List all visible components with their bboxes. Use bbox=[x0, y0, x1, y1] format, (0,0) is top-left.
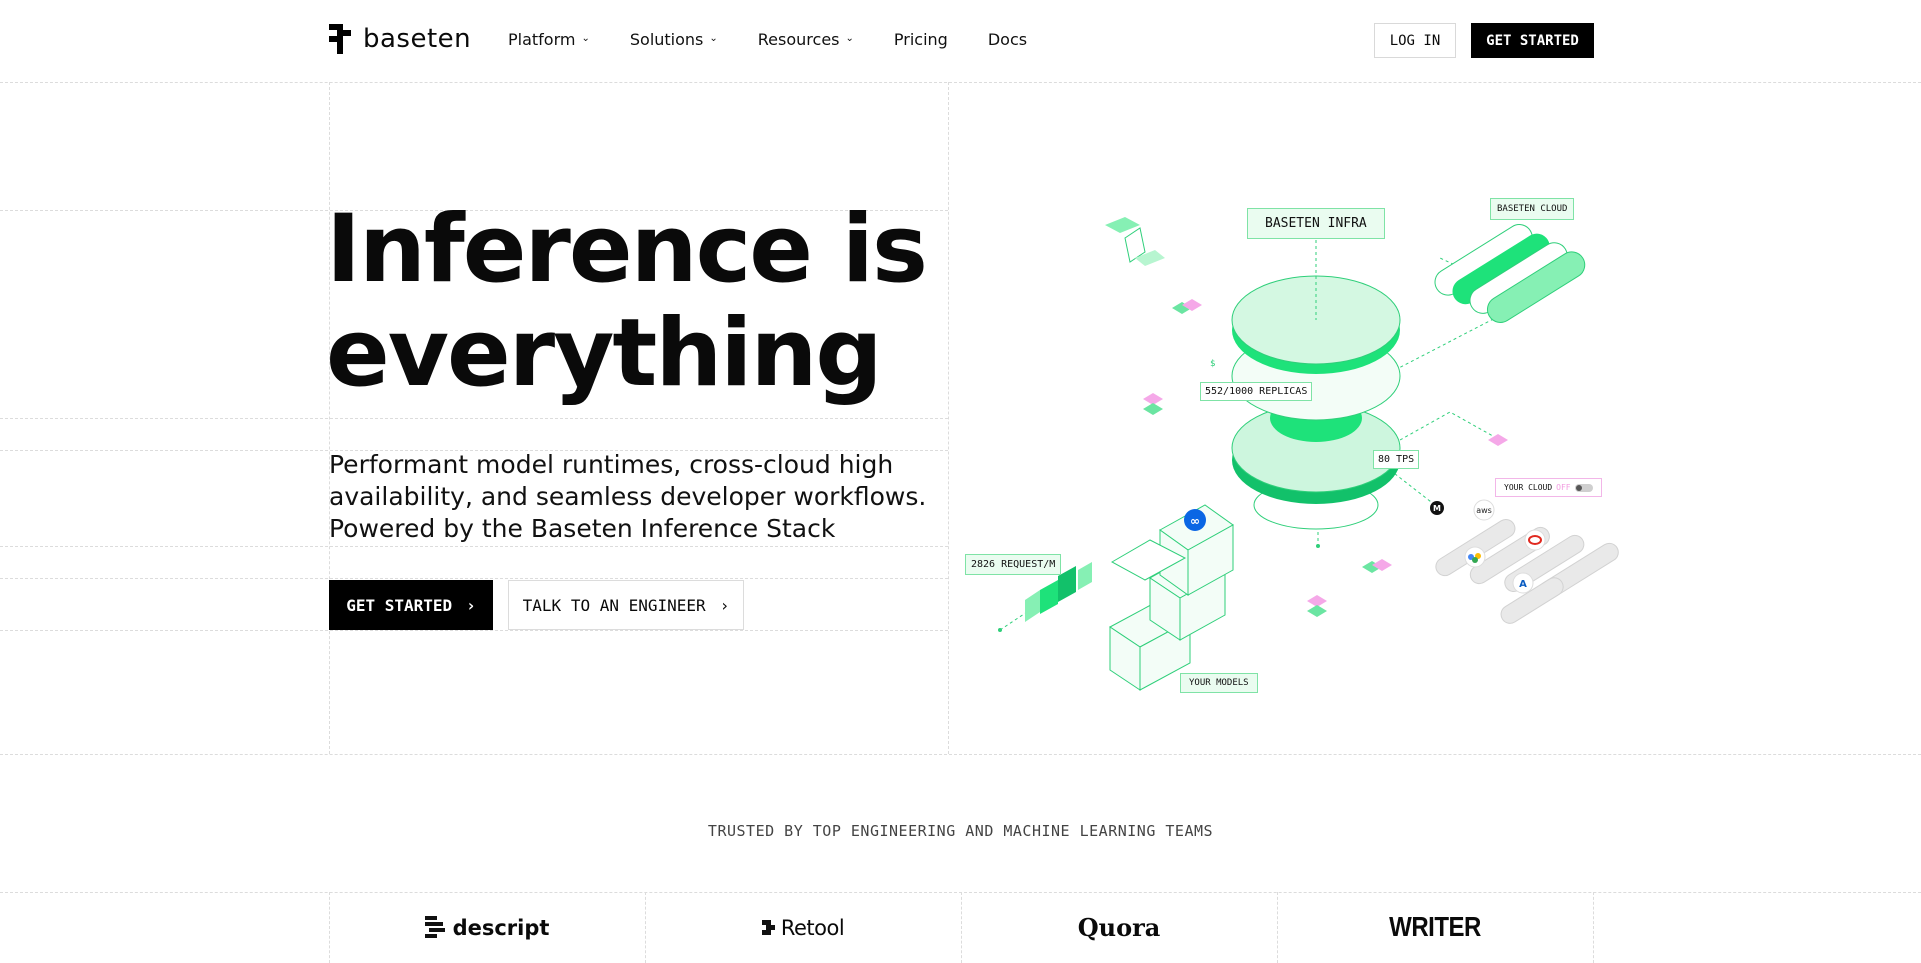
logo-writer: WRITER bbox=[1389, 911, 1481, 943]
aws-badge-label: aws bbox=[1476, 506, 1492, 515]
hero-title-line: everything bbox=[326, 299, 883, 408]
your-cloud-toggle: YOUR CLOUD OFF bbox=[1495, 478, 1602, 497]
grid-line bbox=[0, 630, 948, 631]
grid-line bbox=[0, 546, 948, 547]
grid-line bbox=[329, 82, 330, 754]
baseten-infra-label: BASETEN INFRA bbox=[1247, 208, 1385, 239]
chevron-right-icon: › bbox=[466, 595, 476, 615]
chevron-down-icon: ⌄ bbox=[709, 33, 718, 44]
mistral-badge-label: M bbox=[1433, 504, 1441, 513]
azure-badge-label: A bbox=[1519, 579, 1527, 590]
grid-line bbox=[0, 418, 948, 419]
nav-docs[interactable]: Docs bbox=[988, 30, 1027, 49]
grid-line bbox=[1593, 892, 1594, 963]
brand-name: baseten bbox=[363, 24, 472, 54]
nav-solutions[interactable]: Solutions ⌄ bbox=[630, 30, 718, 49]
replicas-label: 552/1000 REPLICAS bbox=[1200, 382, 1313, 401]
nav-pricing[interactable]: Pricing bbox=[894, 30, 948, 49]
descript-logo-icon bbox=[424, 915, 445, 938]
nav-platform[interactable]: Platform ⌄ bbox=[508, 30, 590, 49]
svg-text:∞: ∞ bbox=[1190, 514, 1200, 528]
requests-label: 2826 REQUEST/M bbox=[965, 554, 1062, 575]
main-nav: Platform ⌄ Solutions ⌄ Resources ⌄ Pricing … bbox=[508, 30, 1027, 49]
hero-title-line: Inference is bbox=[326, 195, 928, 304]
tps-label: 80 TPS bbox=[1373, 450, 1420, 469]
retool-logo-icon bbox=[761, 919, 775, 935]
grid-line bbox=[948, 82, 949, 754]
chevron-down-icon: ⌄ bbox=[581, 33, 590, 44]
logo-retool: Retool bbox=[645, 892, 961, 963]
chevron-down-icon: ⌄ bbox=[845, 33, 854, 44]
grid-line bbox=[0, 754, 1921, 755]
nav-resources[interactable]: Resources ⌄ bbox=[758, 30, 854, 49]
logo-quora: Quora bbox=[1077, 913, 1161, 942]
talk-to-engineer-button[interactable]: TALK TO AN ENGINEER › bbox=[508, 580, 744, 630]
chevron-right-icon: › bbox=[719, 595, 730, 615]
toggle-switch-icon bbox=[1574, 483, 1593, 492]
login-button[interactable]: LOG IN bbox=[1374, 23, 1456, 58]
header-get-started-button[interactable]: GET STARTED bbox=[1471, 23, 1594, 58]
baseten-cloud-label: BASETEN CLOUD bbox=[1490, 198, 1575, 220]
brand-logo[interactable]: baseten bbox=[329, 24, 471, 54]
logo-descript: descript bbox=[329, 892, 645, 963]
baseten-logo-icon bbox=[329, 24, 351, 54]
grid-line bbox=[0, 82, 1921, 83]
hero-title: Inference is everything bbox=[326, 195, 928, 408]
dollar-label: $ bbox=[1210, 359, 1215, 369]
hero-subtitle: Performant model runtimes, cross-cloud h… bbox=[329, 450, 927, 543]
trusted-heading: TRUSTED BY TOP ENGINEERING AND MACHINE L… bbox=[707, 822, 1214, 840]
hero-get-started-button[interactable]: GET STARTED › bbox=[329, 580, 493, 630]
infrastructure-illustration: ∞ $ aws M A bbox=[998, 217, 1619, 691]
grid-line bbox=[0, 578, 948, 579]
customer-logos: descript Retool Quora WRITER bbox=[329, 892, 1593, 963]
your-models-label: YOUR MODELS bbox=[1180, 673, 1258, 693]
